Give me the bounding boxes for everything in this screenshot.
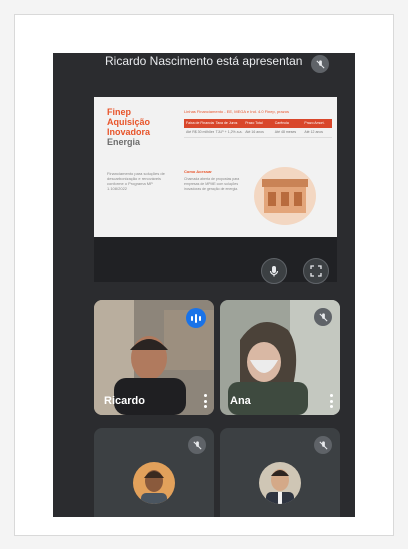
- shared-slide: Finep Aquisição Inovadora Energia Financ…: [94, 97, 337, 237]
- slide-table: Faixa de Financiamento Taxa de Juros Pra…: [184, 119, 332, 138]
- slide-table-header-cell: Taxa de Juros: [215, 121, 238, 125]
- fullscreen-button[interactable]: [303, 258, 329, 284]
- muted-mic-icon: [311, 55, 329, 73]
- slide-title-line: Inovadora: [107, 127, 151, 137]
- slide-description: Financiamento para soluções de descarbon…: [107, 171, 165, 191]
- speaking-indicator-icon: [186, 308, 206, 328]
- participant-name: Ricardo: [104, 395, 145, 407]
- slide-table-header: Faixa de Financiamento Taxa de Juros Pra…: [184, 119, 332, 128]
- slide-table-header-cell: Prazo Total: [245, 121, 263, 125]
- slide-title-line: Aquisição: [107, 117, 151, 127]
- slide-title: Finep Aquisição Inovadora Energia: [107, 107, 150, 147]
- slide-table-cell: TJLP + 1,2% a.a.: [215, 130, 243, 134]
- slide-title-line: Energia: [107, 137, 141, 147]
- avatar: [133, 462, 175, 504]
- muted-mic-icon: [314, 436, 332, 454]
- slide-table-cell: Até R$ 30 milhões: [186, 130, 214, 134]
- participant-tile-ricardo[interactable]: Ricardo: [94, 300, 214, 415]
- slide-table-cell: Até 12 anos: [304, 130, 324, 134]
- slide-title-line: Finep: [107, 107, 131, 117]
- slide-table-header-cell: Carência: [274, 121, 289, 125]
- presentation-area[interactable]: Finep Aquisição Inovadora Energia Financ…: [94, 97, 337, 284]
- meeting-screen: Ricardo Nascimento está apresentan Finep…: [53, 53, 355, 517]
- slide-subtext: Chamada aberta de propostas para empresa…: [184, 177, 240, 191]
- slide-table-cell: Até 16 anos: [245, 130, 264, 134]
- microphone-icon: [269, 266, 279, 277]
- participant-tile[interactable]: [94, 428, 214, 517]
- muted-mic-icon: [314, 308, 332, 326]
- participant-tile-ana[interactable]: Ana: [220, 300, 340, 415]
- muted-mic-icon: [188, 436, 206, 454]
- slide-table-header-cell: Prazo Amort.: [304, 121, 325, 125]
- slide-table-cell: Até 48 meses: [274, 130, 297, 134]
- slide-table-row: Até R$ 30 milhões TJLP + 1,2% a.a. Até 1…: [184, 128, 332, 138]
- presenting-banner: Ricardo Nascimento está apresentan: [105, 54, 303, 68]
- slide-table-heading: Linhas Financiamento - EE, MEGA e Ind. 4…: [184, 109, 289, 114]
- fullscreen-icon: [310, 265, 322, 277]
- mic-button[interactable]: [261, 258, 287, 284]
- participant-name: Ana: [230, 395, 251, 407]
- more-options-icon[interactable]: [330, 394, 334, 408]
- slide-illustration: [254, 167, 316, 225]
- more-options-icon[interactable]: [204, 394, 208, 408]
- slide-table-header-cell: Faixa de Financiamento: [186, 121, 214, 125]
- avatar: [259, 462, 301, 504]
- participant-tile[interactable]: [220, 428, 340, 517]
- slide-subheading: Como Acessar: [184, 169, 212, 174]
